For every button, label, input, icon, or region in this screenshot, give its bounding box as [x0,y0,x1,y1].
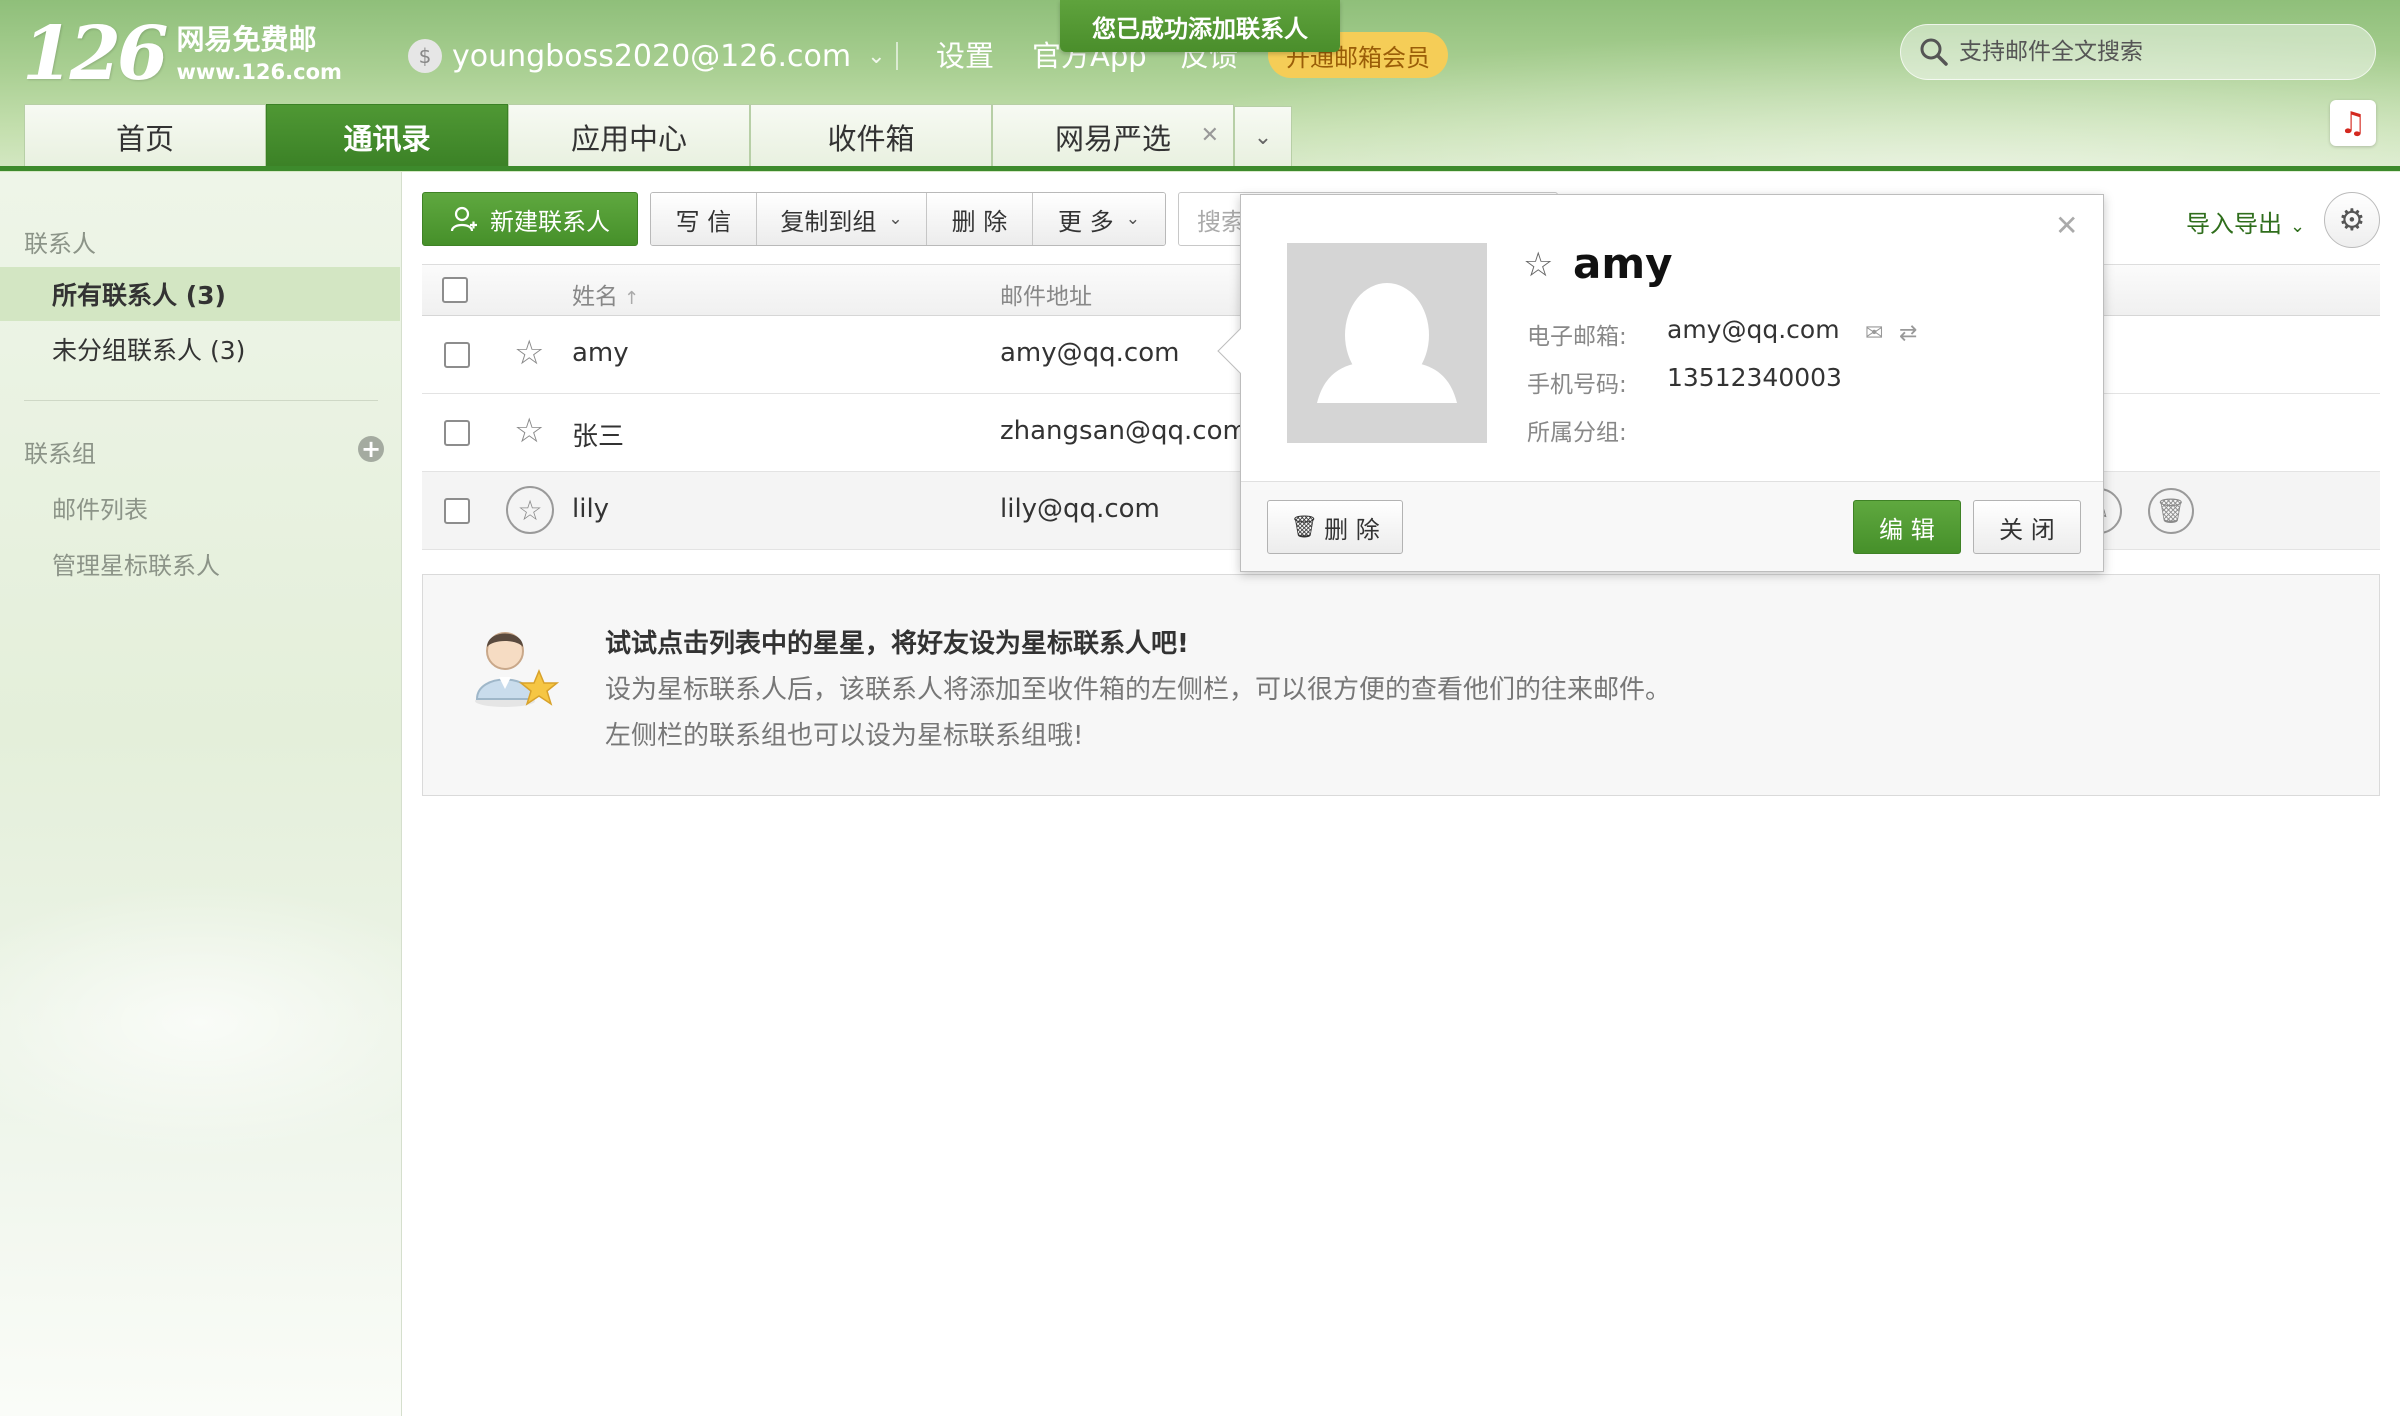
close-icon[interactable]: ✕ [1201,123,1219,148]
tip-title: 试试点击列表中的星星，将好友设为星标联系人吧! [605,629,1189,659]
select-all-checkbox[interactable] [442,277,468,303]
contact-name[interactable]: lily [572,494,609,524]
delete-button[interactable]: 删 除 [927,193,1033,245]
search-icon [1920,38,1948,66]
tab-yanxuan[interactable]: 网易严选 ✕ [992,104,1234,168]
star-icon[interactable]: ☆ [506,486,554,534]
row-checkbox[interactable] [444,420,470,446]
envelope-icon[interactable]: ✉ [1865,321,1883,346]
gear-icon[interactable]: ⚙ [2324,192,2380,248]
search-input[interactable] [1959,39,2359,65]
close-popup-button[interactable]: 关 闭 [1973,500,2081,554]
chevron-down-icon: ⌄ [867,43,886,69]
column-header-email: 邮件地址 [1000,284,1092,310]
logo-url: www.126.com [176,60,342,84]
logo-number: 126 [22,11,168,97]
add-user-icon [450,206,477,232]
tab-home[interactable]: 首页 [24,104,266,168]
tabs-more-button[interactable]: ⌄ [1234,106,1292,168]
sort-up-icon: ↑ [624,288,640,309]
account-email: youngboss2020@126.com [452,38,852,74]
contact-phone-value: 13512340003 [1667,363,1842,392]
contact-detail-popup: ✕ ☆ amy 电子邮箱: amy@qq.com ✉ ⇄ 手机号码: 13512… [1217,194,2104,572]
tip-text-line: 设为星标联系人后，该联系人将添加至收件箱的左侧栏，可以很方便的查看他们的往来邮件… [605,675,1672,705]
contacts-section-title: 联系人 [24,230,96,258]
email-label: 电子邮箱: [1527,324,1627,350]
user-star-icon [475,632,560,707]
contact-name-title: amy [1573,239,1673,288]
sidebar-item-manage-starred[interactable]: 管理星标联系人 [52,546,220,581]
chevron-down-icon: ⌄ [2290,216,2306,237]
star-tip-box: 试试点击列表中的星星，将好友设为星标联系人吧! 设为星标联系人后，该联系人将添加… [422,574,2380,796]
action-button-group: 写 信 复制到组 ⌄ 删 除 更 多 ⌄ [650,192,1166,246]
popup-footer: 🗑 删 除 编 辑 关 闭 [1241,481,2103,571]
contact-email[interactable]: amy@qq.com [1000,338,1179,368]
trash-icon[interactable]: 🗑 [2148,488,2194,534]
tab-inbox[interactable]: 收件箱 [750,104,992,168]
avatar [1287,243,1487,443]
close-icon[interactable]: ✕ [2055,209,2078,242]
tip-text-line: 左侧栏的联系组也可以设为星标联系组哦! [605,721,1084,751]
chevron-down-icon: ⌄ [1253,125,1273,150]
new-contact-button[interactable]: 新建联系人 [422,192,638,246]
success-toast: 您已成功添加联系人 [1060,0,1340,52]
music-icon[interactable]: ♫ [2330,100,2376,146]
contact-name[interactable]: amy [572,338,629,368]
add-group-icon[interactable]: + [358,436,384,462]
sidebar-item-ungrouped[interactable]: 未分组联系人 (3) [0,322,400,376]
logo[interactable]: 126 网易免费邮 www.126.com [22,14,342,94]
sidebar: 联系人 所有联系人 (3) 未分组联系人 (3) 联系组 + 邮件列表 管理星标… [0,172,402,1416]
sidebar-item-all-contacts[interactable]: 所有联系人 (3) [0,267,400,321]
more-button[interactable]: 更 多 ⌄ [1033,193,1165,245]
star-icon[interactable]: ☆ [514,336,544,370]
write-mail-button[interactable]: 写 信 [651,193,757,245]
header-divider-line [0,166,2400,171]
header-divider [896,42,898,70]
star-icon[interactable]: ☆ [1523,245,1553,285]
contact-email[interactable]: lily@qq.com [1000,494,1160,524]
coin-icon: $ [408,39,442,73]
sidebar-divider [24,400,378,401]
sidebar-item-mail-list[interactable]: 邮件列表 [52,490,148,525]
delete-contact-button[interactable]: 🗑 删 除 [1267,500,1403,554]
row-checkbox[interactable] [444,498,470,524]
contact-email[interactable]: zhangsan@qq.com [1000,416,1248,446]
settings-link[interactable]: 设置 [936,36,994,76]
chevron-down-icon: ⌄ [1125,209,1140,229]
tab-app-center[interactable]: 应用中心 [508,104,750,168]
edit-contact-button[interactable]: 编 辑 [1853,500,1961,554]
trash-icon: 🗑 [1290,514,1319,540]
groups-section-title: 联系组 [24,440,96,468]
star-icon[interactable]: ☆ [514,414,544,448]
copy-to-group-button[interactable]: 复制到组 ⌄ [757,193,927,245]
contact-email-value[interactable]: amy@qq.com [1667,315,1840,344]
chevron-down-icon: ⌄ [888,209,903,229]
link-icon[interactable]: ⇄ [1899,321,1917,346]
main-tabs: 首页 通讯录 应用中心 收件箱 网易严选 ✕ ⌄ [24,104,1292,168]
import-export-menu[interactable]: 导入导出 ⌄ [2186,204,2305,239]
account-switcher[interactable]: $ youngboss2020@126.com ⌄ [408,34,886,78]
contact-name[interactable]: 张三 [572,416,624,453]
column-header-name[interactable]: 姓名 ↑ [572,277,639,311]
tab-contacts[interactable]: 通讯录 [266,104,508,168]
logo-name: 网易免费邮 [176,23,317,56]
phone-label: 手机号码: [1527,372,1627,398]
mail-search[interactable] [1900,24,2376,80]
group-label: 所属分组: [1527,420,1627,446]
row-checkbox[interactable] [444,342,470,368]
default-avatar-icon [1287,243,1487,443]
